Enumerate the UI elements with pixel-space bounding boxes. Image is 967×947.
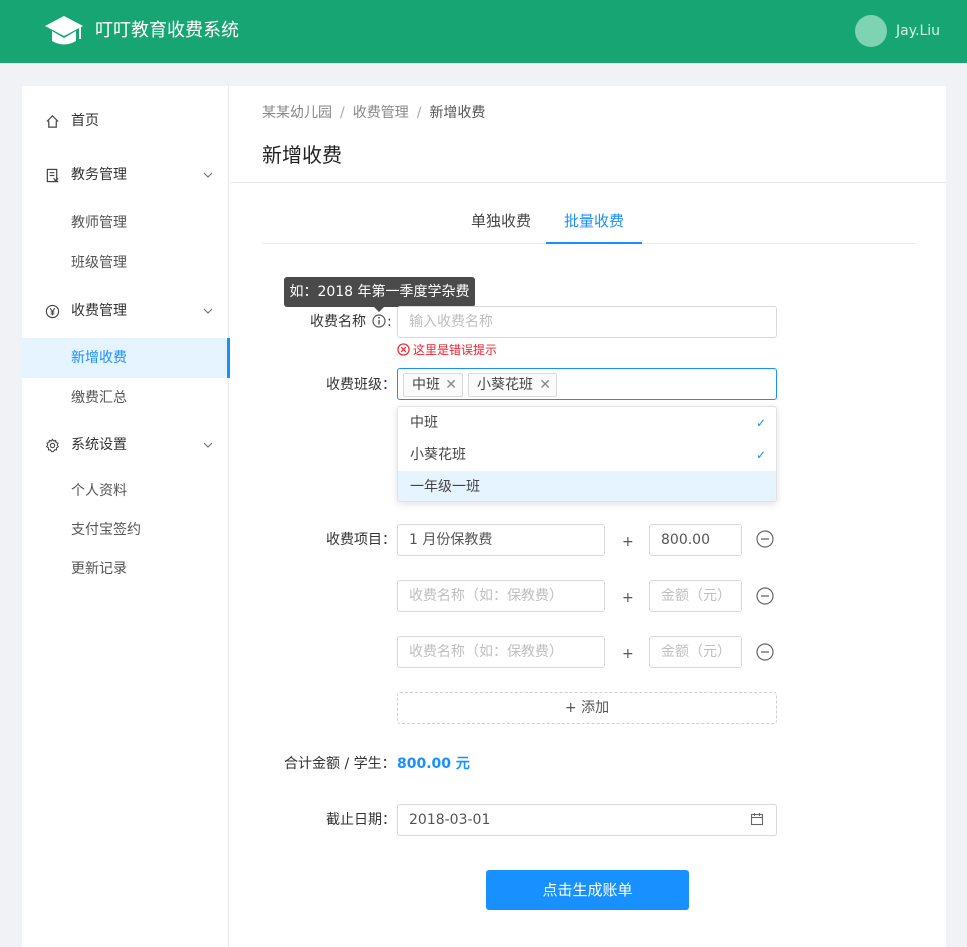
breadcrumb-item: 新增收费: [429, 105, 486, 121]
gear-icon: [45, 438, 60, 453]
sidebar-item-label: 收费管理: [71, 303, 127, 319]
fee-item-amount-input[interactable]: 金额（元）: [649, 580, 742, 612]
sidebar-item-label: 更新记录: [71, 561, 127, 577]
breadcrumb: 某某幼儿园 / 收费管理 / 新增收费: [262, 105, 486, 121]
sidebar-item-label: 教务管理: [71, 167, 127, 183]
calendar-icon[interactable]: [750, 812, 764, 826]
fee-item-amount-input[interactable]: 金额（元）: [649, 636, 742, 668]
sidebar-item-label: 支付宝签约: [71, 522, 141, 538]
main-card: 首页 教务管理 教师管理 班级管理 收费管理 新增收费 缴费汇总 系统设置 个人…: [22, 86, 946, 947]
sidebar: 首页 教务管理 教师管理 班级管理 收费管理 新增收费 缴费汇总 系统设置 个人…: [22, 86, 230, 947]
breadcrumb-item[interactable]: 某某幼儿园: [262, 105, 332, 121]
fee-item-amount-input[interactable]: 800.00: [649, 524, 742, 556]
deadline-label: 截止日期：: [326, 812, 396, 828]
sidebar-item-label: 班级管理: [71, 255, 127, 271]
tab-bar: 单独收费 批量收费: [262, 206, 915, 244]
class-tag: 中班 ✕: [403, 373, 463, 397]
top-header: 叮叮教育收费系统 Jay.Liu: [0, 0, 967, 63]
remove-circle-icon[interactable]: [756, 587, 774, 605]
fee-item-name-input[interactable]: 收费名称（如：保教费）: [397, 636, 605, 668]
tab-single-fee[interactable]: 单独收费: [462, 206, 540, 244]
sidebar-item-label: 新增收费: [71, 350, 127, 366]
remove-circle-icon[interactable]: [756, 643, 774, 661]
classes-select[interactable]: 中班 ✕ 小葵花班 ✕: [397, 368, 777, 400]
check-icon: ✓: [755, 448, 766, 462]
avatar[interactable]: [855, 15, 887, 47]
fee-item-name-input[interactable]: 1 月份保教费: [397, 524, 605, 556]
fee-items-label: 收费项目：: [326, 532, 396, 548]
username[interactable]: Jay.Liu: [896, 22, 940, 40]
check-icon: ✓: [755, 416, 766, 430]
chevron-down-icon: [203, 172, 213, 178]
sidebar-item-settings[interactable]: 系统设置: [22, 425, 229, 465]
fee-name-tooltip: 如：2018 年第一季度学杂费: [284, 277, 475, 312]
yen-icon: [45, 304, 60, 319]
sidebar-item-fees[interactable]: 收费管理: [22, 291, 229, 331]
fee-name-colon: :: [387, 314, 392, 330]
tab-batch-fee[interactable]: 批量收费: [546, 206, 642, 244]
fee-name-label: 收费名称: [310, 314, 366, 330]
add-fee-item-button[interactable]: + 添加: [397, 692, 777, 724]
class-tag: 小葵花班 ✕: [468, 373, 557, 397]
fee-name-error: 这里是错误提示: [397, 342, 497, 358]
fee-name-input[interactable]: 输入收费名称: [397, 306, 777, 338]
sidebar-item-label: 缴费汇总: [71, 390, 127, 406]
plus-sign: +: [622, 534, 634, 550]
classes-label: 收费班级：: [326, 377, 396, 393]
dropdown-option[interactable]: 一年级一班: [398, 471, 776, 501]
chevron-down-icon: [203, 308, 213, 314]
sidebar-item-classes[interactable]: 班级管理: [22, 243, 229, 283]
page-header: 某某幼儿园 / 收费管理 / 新增收费 新增收费: [230, 86, 946, 183]
sidebar-item-alipay[interactable]: 支付宝签约: [22, 510, 229, 550]
sidebar-item-new-fee[interactable]: 新增收费: [22, 338, 230, 378]
sidebar-item-profile[interactable]: 个人资料: [22, 471, 229, 511]
total-value: 800.00 元: [397, 756, 470, 772]
deadline-date-input[interactable]: 2018-03-01: [397, 804, 777, 836]
graduation-cap-icon: [45, 16, 83, 45]
breadcrumb-item[interactable]: 收费管理: [353, 105, 409, 121]
app-title: 叮叮教育收费系统: [95, 20, 239, 41]
sidebar-item-changelog[interactable]: 更新记录: [22, 549, 229, 589]
info-icon[interactable]: [372, 314, 386, 328]
sidebar-item-academic[interactable]: 教务管理: [22, 155, 229, 195]
fee-item-name-input[interactable]: 收费名称（如：保教费）: [397, 580, 605, 612]
dropdown-option[interactable]: 小葵花班 ✓: [398, 439, 776, 471]
close-icon[interactable]: ✕: [445, 374, 457, 396]
page-title: 新增收费: [262, 143, 342, 167]
sidebar-item-label: 教师管理: [71, 215, 127, 231]
plus-sign: +: [622, 590, 634, 606]
sidebar-item-home[interactable]: 首页: [22, 101, 229, 141]
total-label: 合计金额 / 学生：: [284, 756, 396, 772]
sidebar-item-payment-summary[interactable]: 缴费汇总: [22, 378, 229, 418]
sidebar-item-teachers[interactable]: 教师管理: [22, 203, 229, 243]
sidebar-item-label: 个人资料: [71, 483, 127, 499]
sidebar-item-label: 系统设置: [71, 437, 127, 453]
dropdown-option[interactable]: 中班 ✓: [398, 407, 776, 439]
chevron-down-icon: [203, 442, 213, 448]
sidebar-item-label: 首页: [71, 113, 99, 129]
document-icon: [46, 168, 59, 183]
plus-sign: +: [622, 646, 634, 662]
error-circle-icon: [397, 343, 410, 356]
close-icon[interactable]: ✕: [539, 374, 551, 396]
home-icon: [46, 115, 59, 128]
remove-circle-icon[interactable]: [756, 530, 774, 548]
generate-bill-button[interactable]: 点击生成账单: [486, 870, 689, 910]
classes-dropdown: 中班 ✓ 小葵花班 ✓ 一年级一班: [397, 406, 777, 502]
